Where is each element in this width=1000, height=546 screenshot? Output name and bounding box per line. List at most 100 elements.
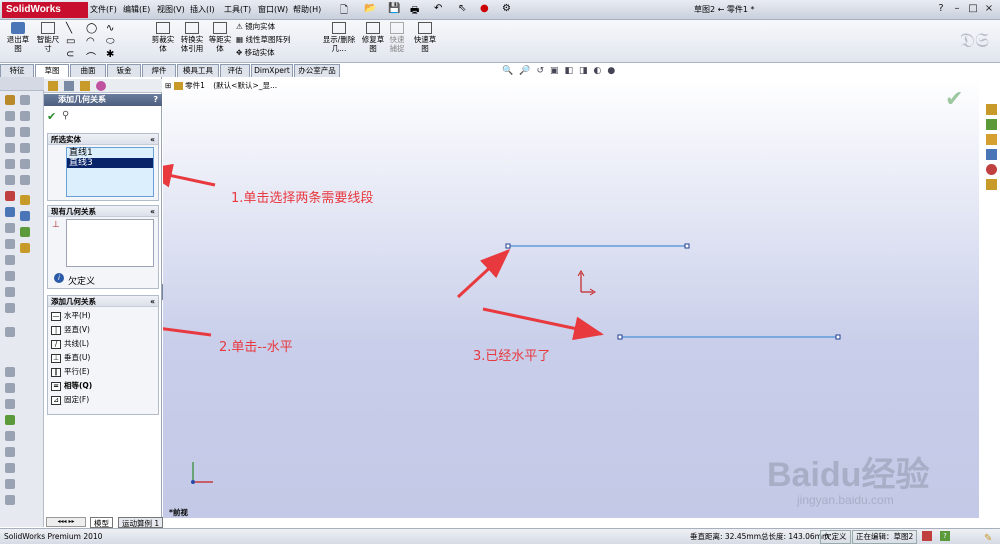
tool-icon-19[interactable] — [5, 415, 15, 425]
fix-relation-button[interactable]: ⊿ 固定(F) — [51, 395, 89, 405]
tool-icon-10[interactable] — [5, 239, 15, 249]
tool-icon-20[interactable] — [5, 431, 15, 441]
tool-icon-3[interactable] — [5, 127, 15, 137]
help-icon[interactable]: ? — [934, 2, 948, 16]
move-entities-button[interactable]: ✥ 移动实体 — [236, 48, 275, 58]
tool-icon-18[interactable] — [5, 399, 15, 409]
line-icon[interactable]: ╲ — [66, 23, 72, 34]
tool-icon-33[interactable] — [20, 227, 30, 237]
hide-show-icon[interactable]: ◐ — [594, 66, 608, 76]
tab-features[interactable]: 特征 — [0, 64, 34, 77]
appearance-icon[interactable]: ● — [607, 66, 621, 76]
horizontal-relation-button[interactable]: — 水平(H) — [51, 311, 91, 321]
pushpin-icon[interactable]: ⚲ — [62, 110, 69, 121]
undo-icon[interactable]: ↶ — [434, 3, 442, 14]
trim-button[interactable]: 剪裁实体 — [150, 22, 176, 53]
quick-snaps-button[interactable]: 快速捕捉 — [386, 22, 408, 53]
tool-icon-22[interactable] — [5, 463, 15, 473]
rebuild-status-icon[interactable] — [922, 531, 932, 541]
menu-help[interactable]: 帮助(H) — [293, 4, 321, 15]
tool-icon-23[interactable] — [5, 479, 15, 489]
vertical-relation-button[interactable]: | 竖直(V) — [51, 325, 90, 335]
tab-evaluate[interactable]: 评估 — [220, 64, 250, 77]
menu-file[interactable]: 文件(F) — [90, 4, 117, 15]
spline-icon[interactable]: ∿ — [106, 23, 114, 34]
tab-surfaces[interactable]: 曲面 — [70, 64, 106, 77]
rectangle-icon[interactable]: ▭ — [66, 36, 75, 47]
tool-icon-24[interactable] — [5, 495, 15, 505]
fillet-icon[interactable]: ⌒ — [86, 49, 96, 64]
rapid-sketch-button[interactable]: 快速草图 — [412, 22, 438, 53]
repair-sketch-button[interactable]: 修复草图 — [360, 22, 386, 53]
feature-manager-tab-icon[interactable] — [48, 81, 58, 91]
property-manager-tab-icon[interactable] — [64, 81, 74, 91]
tool-icon-27[interactable] — [20, 127, 30, 137]
tool-icon-34[interactable] — [20, 243, 30, 253]
circle-icon[interactable]: ◯ — [86, 23, 97, 34]
existing-relations-list[interactable] — [66, 219, 154, 267]
tab-mold-tools[interactable]: 模具工具 — [177, 64, 219, 77]
menu-tools[interactable]: 工具(T) — [224, 4, 251, 15]
close-button[interactable]: × — [982, 2, 996, 16]
mirror-entities-button[interactable]: ⚠ 镜向实体 — [236, 22, 275, 32]
list-item-selected[interactable]: 直线3 — [67, 158, 153, 168]
tool-icon-5[interactable] — [5, 159, 15, 169]
menu-view[interactable]: 视图(V) — [157, 4, 185, 15]
design-library-icon[interactable] — [986, 119, 997, 130]
tool-icon-16[interactable] — [5, 367, 15, 377]
tool-icon-6[interactable] — [5, 175, 15, 185]
slot-icon[interactable]: ⊂ — [66, 49, 74, 60]
tab-sheet-metal[interactable]: 钣金 — [107, 64, 141, 77]
save-icon[interactable]: 💾 — [388, 3, 400, 14]
tool-icon-21[interactable] — [5, 447, 15, 457]
smart-dimension-button[interactable]: 智能尺寸 — [35, 22, 61, 53]
zoom-to-fit-icon[interactable]: 🔍 — [502, 66, 519, 76]
tool-icon-17[interactable] — [5, 383, 15, 393]
menu-window[interactable]: 窗口(W) — [258, 4, 288, 15]
maximize-button[interactable]: □ — [966, 2, 980, 16]
tab-weldments[interactable]: 焊件 — [142, 64, 176, 77]
tool-icon-31[interactable] — [20, 195, 30, 205]
convert-entities-button[interactable]: 转换实体引用 — [178, 22, 206, 53]
pm-help-icon[interactable]: ? — [153, 94, 158, 106]
tool-icon-8[interactable] — [5, 207, 15, 217]
select-icon[interactable]: ⇖ — [458, 3, 466, 14]
tool-icon-26[interactable] — [20, 111, 30, 121]
custom-properties-icon[interactable] — [986, 179, 997, 190]
new-file-icon[interactable]: 🗋 — [340, 3, 348, 20]
app-logo[interactable]: SolidWorks — [2, 2, 88, 18]
tool-icon-9[interactable] — [5, 223, 15, 233]
menu-edit[interactable]: 编辑(E) — [123, 4, 150, 15]
help-status-icon[interactable]: ? — [940, 531, 950, 541]
parallel-relation-button[interactable]: ∥ 平行(E) — [51, 367, 90, 377]
exit-sketch-button[interactable]: 退出草图 — [4, 22, 32, 53]
open-file-icon[interactable]: 📂 — [364, 3, 376, 14]
options-icon[interactable]: ⚙ — [502, 3, 511, 14]
tool-icon-14[interactable] — [5, 303, 15, 313]
menu-insert[interactable]: 插入(I) — [190, 4, 215, 15]
tab-dimxpert[interactable]: DimXpert — [251, 64, 293, 77]
tool-icon-11[interactable] — [5, 255, 15, 265]
print-icon[interactable]: 🖶 — [410, 3, 419, 20]
appearances-icon[interactable] — [986, 164, 997, 175]
show-delete-relations-button[interactable]: 显示/删除几... — [322, 22, 356, 53]
tool-icon-4[interactable] — [5, 143, 15, 153]
graphics-area[interactable]: ⊞ 零件1 (默认<默认>_显... ✔ 1.单击选择两条需要线段 2.单击--… — [163, 77, 979, 518]
tool-icon-32[interactable] — [20, 211, 30, 221]
linear-pattern-button[interactable]: ▦ 线性草图阵列 — [236, 35, 290, 45]
tool-icon-15[interactable] — [5, 327, 15, 337]
view-palette-icon[interactable] — [986, 149, 997, 160]
tool-icon-13[interactable] — [5, 287, 15, 297]
collinear-relation-button[interactable]: / 共线(L) — [51, 339, 89, 349]
arc-icon[interactable]: ◠ — [86, 36, 95, 47]
tool-icon-2[interactable] — [5, 111, 15, 121]
selected-entities-list[interactable]: 直线1 直线3 — [66, 147, 154, 197]
ok-icon[interactable]: ✔ — [47, 110, 56, 123]
previous-view-icon[interactable]: ↺ — [536, 66, 550, 76]
list-item[interactable]: 直线1 — [67, 148, 153, 158]
zoom-area-icon[interactable]: 🔎 — [519, 66, 536, 76]
tool-icon-7[interactable] — [5, 191, 15, 201]
tool-icon-12[interactable] — [5, 271, 15, 281]
home-icon[interactable] — [986, 104, 997, 115]
tab-office-products[interactable]: 办公室产品 — [294, 64, 340, 77]
